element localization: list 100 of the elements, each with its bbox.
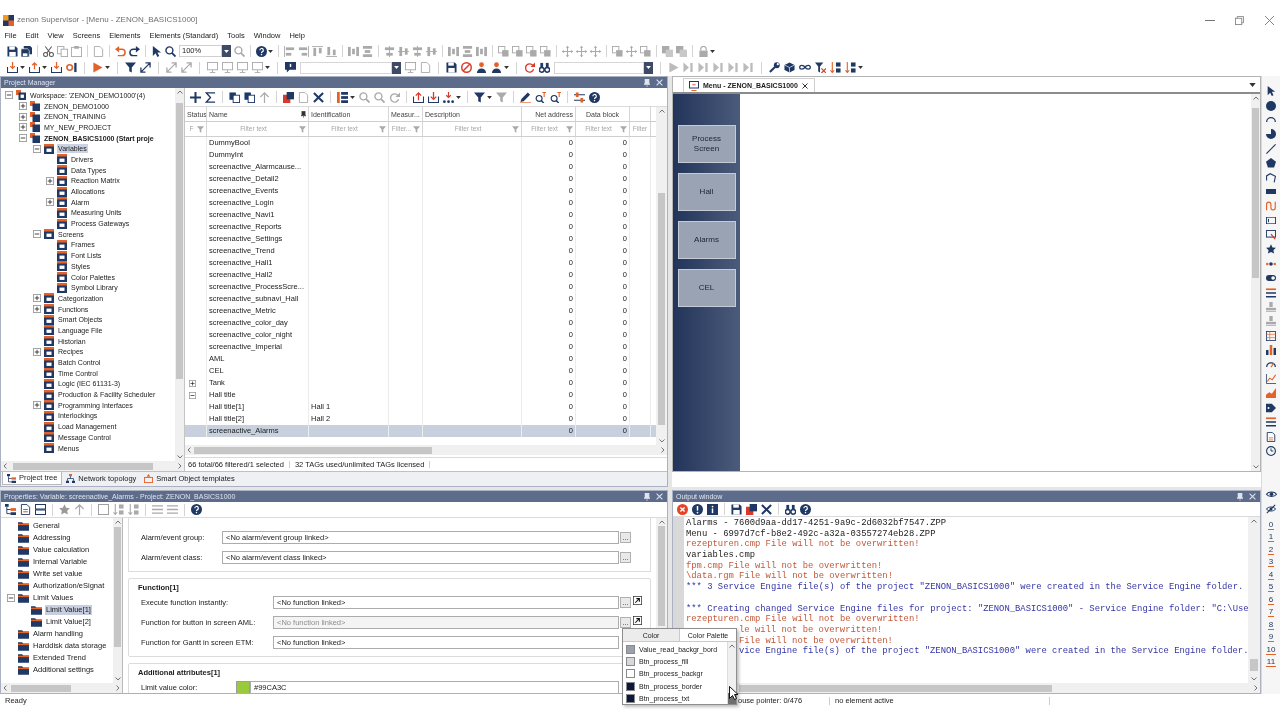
help-icon[interactable] xyxy=(589,91,600,103)
screen-button[interactable]: Hall xyxy=(677,173,736,211)
frame-icon[interactable] xyxy=(1266,230,1276,241)
chevron-up-icon[interactable] xyxy=(658,109,665,113)
zoom-icon[interactable] xyxy=(165,45,176,57)
expand-icon[interactable] xyxy=(33,347,41,356)
help-icon[interactable] xyxy=(800,503,811,515)
gauge-icon[interactable] xyxy=(1266,361,1276,368)
expand-icon[interactable] xyxy=(33,401,41,410)
collapse-icon[interactable] xyxy=(33,230,41,239)
move-icon[interactable] xyxy=(576,45,587,57)
sigma-icon[interactable] xyxy=(205,91,216,103)
refresh-icon[interactable] xyxy=(524,62,535,73)
caret-icon[interactable] xyxy=(710,49,715,53)
pencil-icon[interactable] xyxy=(520,91,531,103)
chevron-left-icon[interactable] xyxy=(187,447,191,453)
tag-icon[interactable] xyxy=(1266,402,1276,413)
layer-number[interactable]: 8 xyxy=(1267,620,1275,630)
filter-icon[interactable] xyxy=(474,91,485,103)
distribute-icon[interactable] xyxy=(348,45,359,57)
tray-icon[interactable] xyxy=(51,62,62,73)
dropdown-button[interactable] xyxy=(222,45,231,57)
sliders-icon[interactable] xyxy=(574,91,585,103)
infinity-icon[interactable] xyxy=(799,64,811,71)
info-icon[interactable] xyxy=(707,503,718,515)
search-icon[interactable] xyxy=(535,91,546,103)
chevron-down-icon[interactable] xyxy=(1251,677,1257,681)
star-icon[interactable] xyxy=(1266,244,1276,255)
expand-icon[interactable] xyxy=(33,305,41,314)
list-icon[interactable] xyxy=(1266,287,1276,298)
layer-number[interactable]: 0 xyxy=(1267,520,1275,530)
redo-icon[interactable] xyxy=(129,45,140,57)
scrollbar-thumb[interactable] xyxy=(194,446,432,454)
restore-icon[interactable] xyxy=(1235,15,1244,25)
copy-icon[interactable] xyxy=(244,91,255,103)
pin-icon[interactable] xyxy=(301,110,306,118)
scrollbar[interactable] xyxy=(656,107,667,445)
line-icon[interactable] xyxy=(1266,143,1276,154)
list-icon[interactable] xyxy=(1266,417,1276,428)
square-icon[interactable] xyxy=(98,504,109,515)
binoculars-icon[interactable] xyxy=(785,503,796,515)
clipboard-icon[interactable] xyxy=(71,45,82,57)
align-middle-icon[interactable] xyxy=(398,45,409,57)
scrollbar[interactable] xyxy=(1,461,184,471)
chevron-down-icon[interactable] xyxy=(658,439,665,443)
caret-icon[interactable] xyxy=(1249,82,1256,87)
wrench-icon[interactable] xyxy=(769,62,780,73)
caret-icon[interactable] xyxy=(105,66,110,69)
text-box-icon[interactable] xyxy=(1266,217,1276,225)
scrollbar[interactable] xyxy=(1248,517,1260,683)
align-left-icon[interactable] xyxy=(284,45,295,57)
document-icon[interactable] xyxy=(1266,431,1276,442)
plus-icon[interactable] xyxy=(190,91,201,103)
layer-number[interactable]: 9 xyxy=(1267,633,1275,642)
person-icon[interactable] xyxy=(476,62,487,73)
scrollbar-thumb[interactable] xyxy=(13,462,153,470)
trend-icon[interactable] xyxy=(1266,374,1276,384)
layer-number[interactable]: 1 xyxy=(1267,533,1275,542)
distribute-icon[interactable] xyxy=(362,45,373,57)
scrollbar[interactable] xyxy=(1251,94,1260,471)
scrollbar[interactable] xyxy=(737,683,1260,693)
scrollbar-thumb[interactable] xyxy=(1252,108,1259,278)
dots-icon[interactable] xyxy=(1266,261,1276,266)
binoculars-icon[interactable] xyxy=(539,62,550,73)
squares-icon[interactable] xyxy=(283,91,294,103)
align-top-icon[interactable] xyxy=(312,45,323,57)
arrow-up-icon[interactable] xyxy=(74,504,85,515)
caret-icon[interactable] xyxy=(20,66,25,69)
pentagon-icon[interactable] xyxy=(1266,158,1276,169)
caret-icon[interactable] xyxy=(858,66,863,69)
clock-icon[interactable] xyxy=(1266,445,1276,456)
sort-icon[interactable] xyxy=(845,62,856,73)
scrollbar-thumb[interactable] xyxy=(739,684,1052,692)
screen-button[interactable]: CEL xyxy=(677,269,736,307)
download-icon[interactable] xyxy=(428,91,439,103)
resize-icon[interactable] xyxy=(498,45,509,57)
dropdown-field[interactable] xyxy=(554,61,644,74)
align-center-icon[interactable] xyxy=(384,45,395,57)
layer-number[interactable]: 4 xyxy=(1267,570,1275,580)
scrollbar[interactable] xyxy=(175,88,184,461)
wave-icon[interactable] xyxy=(1266,201,1276,212)
dots-icon[interactable] xyxy=(443,91,454,103)
move-icon[interactable] xyxy=(562,45,573,57)
delete-icon[interactable] xyxy=(761,503,772,515)
move-icon[interactable] xyxy=(626,45,637,57)
circle-icon[interactable] xyxy=(1266,100,1276,111)
scrollbar-thumb[interactable] xyxy=(1249,659,1259,671)
caret-icon[interactable] xyxy=(42,66,47,69)
chevron-up-icon[interactable] xyxy=(1252,96,1259,100)
hidden-eye-icon[interactable] xyxy=(1266,504,1276,515)
expand-icon[interactable] xyxy=(46,176,54,185)
resize-icon[interactable] xyxy=(612,45,623,57)
monitor-icon[interactable] xyxy=(207,62,218,73)
chevron-right-icon[interactable] xyxy=(116,685,120,691)
chevron-down-icon[interactable] xyxy=(176,455,183,459)
search-icon[interactable] xyxy=(550,91,561,103)
help-icon[interactable] xyxy=(256,45,267,57)
help-icon[interactable] xyxy=(191,504,202,515)
upload-icon[interactable] xyxy=(413,91,424,103)
collapse-icon[interactable] xyxy=(19,134,27,143)
